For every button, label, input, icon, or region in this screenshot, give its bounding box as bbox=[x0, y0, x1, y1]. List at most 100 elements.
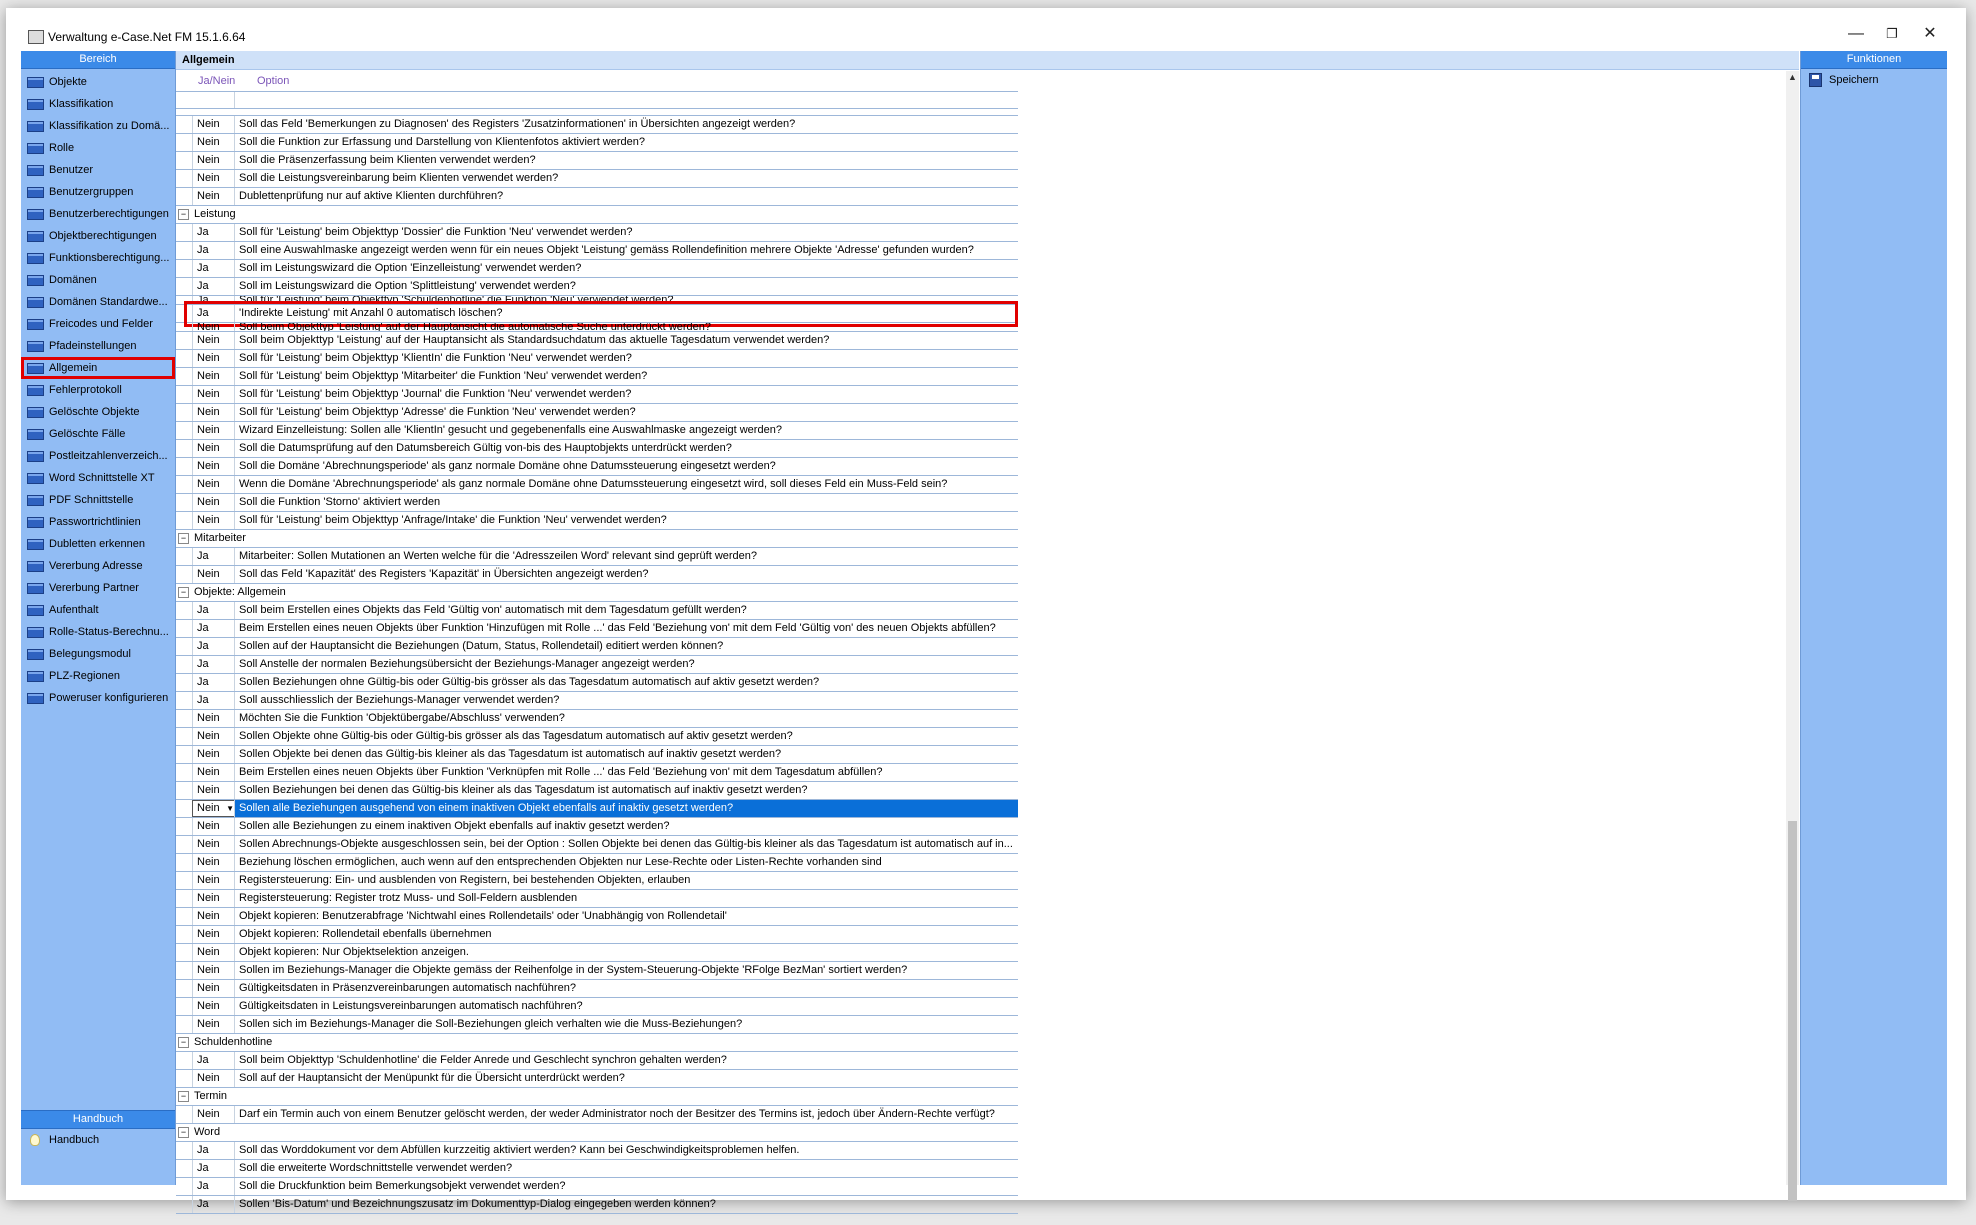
group-row[interactable]: − Leistung bbox=[176, 206, 1018, 224]
value-cell[interactable]: Nein bbox=[192, 962, 237, 979]
table-row[interactable]: Ja Soll für 'Leistung' beim Objekttyp 'Sc… bbox=[176, 296, 1018, 305]
dropdown-arrow-icon[interactable]: ▼ bbox=[226, 800, 234, 817]
sidebar-item-handbuch[interactable]: Handbuch bbox=[21, 1129, 175, 1151]
value-cell[interactable]: Nein bbox=[192, 170, 237, 187]
value-cell[interactable]: Nein bbox=[192, 926, 237, 943]
table-row[interactable]: Nein Soll für 'Leistung' beim Objekttyp '… bbox=[176, 404, 1018, 422]
table-row[interactable]: Nein Beziehung löschen ermöglichen, auch … bbox=[176, 854, 1018, 872]
vertical-scrollbar[interactable]: ▲ bbox=[1786, 71, 1799, 1201]
sidebar-header[interactable]: Bereich bbox=[21, 51, 175, 69]
table-row[interactable]: Nein Soll beim Objekttyp 'Leistung' auf d… bbox=[176, 323, 1018, 332]
table-row[interactable]: Nein Sollen Objekte ohne Gültig-bis oder … bbox=[176, 728, 1018, 746]
sidebar-item-allgemein[interactable]: Allgemein bbox=[21, 357, 175, 379]
value-cell[interactable]: Ja bbox=[192, 260, 237, 277]
table-row[interactable]: Nein Dublettenprüfung nur auf aktive Klie… bbox=[176, 188, 1018, 206]
table-row[interactable]: Nein Soll die Datumsprüfung auf den Datum… bbox=[176, 440, 1018, 458]
table-row[interactable]: Nein Soll die Präsenzerfassung beim Klien… bbox=[176, 152, 1018, 170]
table-row[interactable]: Nein Soll beim Objekttyp 'Leistung' auf d… bbox=[176, 332, 1018, 350]
value-cell[interactable]: Nein bbox=[192, 1106, 237, 1123]
sidebar-item-rolle-status-berechnu[interactable]: Rolle-Status-Berechnu... bbox=[21, 621, 175, 643]
value-cell[interactable]: Nein bbox=[192, 422, 237, 439]
table-row[interactable]: Nein Objekt kopieren: Rollendetail ebenfa… bbox=[176, 926, 1018, 944]
value-cell[interactable]: Nein bbox=[192, 566, 237, 583]
column-header-value[interactable]: Ja/Nein bbox=[198, 75, 235, 87]
value-cell[interactable]: Nein bbox=[192, 368, 237, 385]
table-row[interactable]: Ja Soll im Leistungswizard die Option 'Sp… bbox=[176, 278, 1018, 296]
table-row[interactable]: Nein Soll das Feld 'Kapazität' des Regist… bbox=[176, 566, 1018, 584]
restore-button[interactable]: ❐ bbox=[1872, 22, 1912, 46]
table-row[interactable]: Nein Sollen im Beziehungs-Manager die Obj… bbox=[176, 962, 1018, 980]
table-row[interactable]: Ja Soll für 'Leistung' beim Objekttyp 'Do… bbox=[176, 224, 1018, 242]
value-cell[interactable]: Nein bbox=[192, 710, 237, 727]
table-row[interactable]: Ja Beim Erstellen eines neuen Objekts übe… bbox=[176, 620, 1018, 638]
value-cell[interactable]: Nein bbox=[192, 998, 237, 1015]
table-row[interactable]: Nein ▼ Sollen alle Beziehungen ausgehend v… bbox=[176, 800, 1018, 818]
collapse-toggle-icon[interactable]: − bbox=[178, 1037, 189, 1048]
value-cell[interactable]: Ja bbox=[192, 620, 237, 637]
filter-row[interactable] bbox=[176, 92, 1018, 109]
group-row[interactable]: − Mitarbeiter bbox=[176, 530, 1018, 548]
scroll-up-icon[interactable]: ▲ bbox=[1786, 71, 1799, 84]
value-cell[interactable]: Nein bbox=[192, 386, 237, 403]
value-cell[interactable]: Nein bbox=[192, 746, 237, 763]
table-row[interactable]: Nein Möchten Sie die Funktion 'Objektüber… bbox=[176, 710, 1018, 728]
table-row[interactable]: Ja Mitarbeiter: Sollen Mutationen an Wert… bbox=[176, 548, 1018, 566]
sidebar-item-pfadeinstellungen[interactable]: Pfadeinstellungen bbox=[21, 335, 175, 357]
value-cell[interactable]: Nein bbox=[192, 134, 237, 151]
value-cell[interactable]: Nein bbox=[192, 116, 237, 133]
sidebar-item-fehlerprotokoll[interactable]: Fehlerprotokoll bbox=[21, 379, 175, 401]
value-cell[interactable]: Nein bbox=[192, 512, 237, 529]
value-cell[interactable]: Ja bbox=[192, 548, 237, 565]
value-cell[interactable]: Nein bbox=[192, 782, 237, 799]
save-button[interactable]: Speichern bbox=[1801, 69, 1947, 91]
sidebar-item-gelöschte-objekte[interactable]: Gelöschte Objekte bbox=[21, 401, 175, 423]
table-row[interactable]: Nein Wizard Einzelleistung: Sollen alle '… bbox=[176, 422, 1018, 440]
group-row[interactable]: − Schuldenhotline bbox=[176, 1034, 1018, 1052]
minimize-button[interactable]: — bbox=[1836, 22, 1876, 46]
close-button[interactable]: ✕ bbox=[1910, 22, 1950, 46]
table-row[interactable]: Nein Soll auf der Hauptansicht der Menüpu… bbox=[176, 1070, 1018, 1088]
value-cell[interactable]: Ja bbox=[192, 224, 237, 241]
value-cell[interactable]: Nein bbox=[192, 836, 237, 853]
sidebar-item-freicodes-und-felder[interactable]: Freicodes und Felder bbox=[21, 313, 175, 335]
value-cell[interactable]: Nein bbox=[192, 980, 237, 997]
value-cell[interactable]: Nein bbox=[192, 818, 237, 835]
group-row[interactable]: − Termin bbox=[176, 1088, 1018, 1106]
handbuch-header[interactable]: Handbuch bbox=[21, 1110, 175, 1129]
value-cell[interactable]: Nein bbox=[192, 728, 237, 745]
value-cell[interactable]: Nein bbox=[192, 440, 237, 457]
value-cell[interactable]: Ja bbox=[192, 1142, 237, 1159]
value-cell[interactable]: Ja bbox=[192, 656, 237, 673]
table-row[interactable]: Nein Registersteuerung: Ein- und ausblend… bbox=[176, 872, 1018, 890]
value-cell[interactable]: Ja bbox=[192, 1178, 237, 1195]
table-row[interactable]: Nein Soll für 'Leistung' beim Objekttyp '… bbox=[176, 350, 1018, 368]
table-row[interactable]: Nein Soll die Domäne 'Abrechnungsperiode'… bbox=[176, 458, 1018, 476]
sidebar-item-funktionsberechtigung[interactable]: Funktionsberechtigung... bbox=[21, 247, 175, 269]
scrollbar-thumb[interactable] bbox=[1788, 821, 1797, 1201]
value-cell[interactable]: Nein bbox=[192, 1016, 237, 1033]
table-row[interactable]: Ja Sollen Beziehungen ohne Gültig-bis ode… bbox=[176, 674, 1018, 692]
column-header-option[interactable]: Option bbox=[257, 75, 289, 87]
table-row[interactable]: Nein Objekt kopieren: Benutzerabfrage 'Ni… bbox=[176, 908, 1018, 926]
sidebar-item-belegungsmodul[interactable]: Belegungsmodul bbox=[21, 643, 175, 665]
value-cell[interactable]: Nein bbox=[192, 458, 237, 475]
table-row[interactable]: Nein Sollen Objekte bei denen das Gültig-… bbox=[176, 746, 1018, 764]
table-row[interactable]: Nein Gültigkeitsdaten in Leistungsvereinb… bbox=[176, 998, 1018, 1016]
table-row[interactable]: Nein Soll die Leistungsvereinbarung beim … bbox=[176, 170, 1018, 188]
table-row[interactable]: Ja Soll eine Auswahlmaske angezeigt werde… bbox=[176, 242, 1018, 260]
table-row[interactable]: Nein Sollen alle Beziehungen zu einem ina… bbox=[176, 818, 1018, 836]
table-row[interactable]: Nein Sollen sich im Beziehungs-Manager di… bbox=[176, 1016, 1018, 1034]
value-cell[interactable]: Nein ▼ bbox=[192, 800, 237, 817]
group-row[interactable]: − Word bbox=[176, 1124, 1018, 1142]
table-row[interactable]: Ja 'Indirekte Leistung' mit Anzahl 0 auto… bbox=[176, 301, 1018, 327]
value-cell[interactable]: Nein bbox=[192, 1070, 237, 1087]
table-row[interactable]: Ja Soll ausschliesslich der Beziehungs-Ma… bbox=[176, 692, 1018, 710]
sidebar-item-klassifikation-zu-domä[interactable]: Klassifikation zu Domä... bbox=[21, 115, 175, 137]
sidebar-item-poweruser-konfigurieren[interactable]: Poweruser konfigurieren bbox=[21, 687, 175, 709]
table-row[interactable]: Ja Soll die erweiterte Wordschnittstelle … bbox=[176, 1160, 1018, 1178]
sidebar-item-pdf-schnittstelle[interactable]: PDF Schnittstelle bbox=[21, 489, 175, 511]
value-cell[interactable]: Ja bbox=[192, 674, 237, 691]
value-cell[interactable]: Nein bbox=[192, 323, 237, 331]
value-cell[interactable]: Nein bbox=[192, 890, 237, 907]
functions-header[interactable]: Funktionen bbox=[1801, 51, 1947, 69]
